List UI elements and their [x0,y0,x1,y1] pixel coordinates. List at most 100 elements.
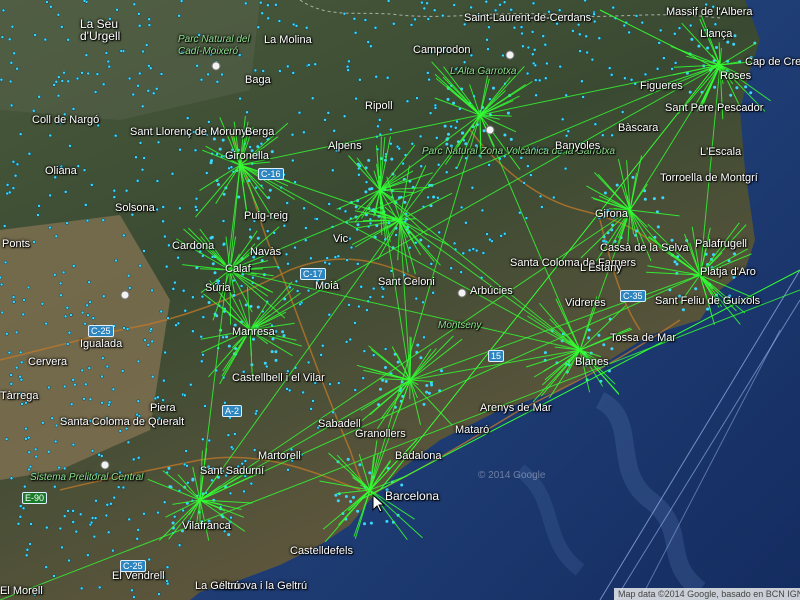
station-dot [18,515,23,519]
station-dot [119,49,124,53]
map-view[interactable]: La Seu d'Urgell Parc Natural del Cadí-Moixe… [0,0,800,600]
station-dot [33,33,37,37]
station-dot [540,205,544,209]
station-dot [425,1,429,5]
station-dot [66,79,70,84]
station-dot [400,483,404,487]
station-dot [333,255,338,259]
station-dot [14,365,19,370]
station-dot [122,233,126,238]
station-dot [126,273,131,278]
station-dot [71,107,76,111]
station-dot [229,165,234,169]
station-dot [566,129,571,133]
station-dot [471,247,476,251]
station-dot [9,382,14,386]
place-label: Badalona [395,450,442,462]
station-dot [229,445,234,449]
station-dot [670,67,674,71]
station-dot [252,337,255,341]
station-dot [137,23,142,28]
station-dot [425,390,429,394]
station-dot [359,285,363,289]
station-dot [281,330,285,334]
station-dot [282,334,286,338]
station-dot [49,5,53,9]
station-dot [449,124,453,129]
station-dot [225,335,229,339]
station-dot [427,391,431,395]
place-label: L'Alta Garrotxa [450,66,517,77]
station-dot [52,83,56,87]
station-dot [410,142,415,146]
station-dot [82,0,87,3]
station-dot [286,64,290,69]
station-dot [356,509,360,513]
station-dot [286,262,290,266]
station-dot [199,334,203,339]
station-dot [131,92,135,97]
station-dot [93,516,98,520]
station-dot [415,96,419,100]
station-dot [681,308,685,312]
station-dot [87,366,92,370]
station-dot [18,132,23,136]
station-dot [69,313,73,317]
place-label: Manresa [232,326,275,338]
station-dot [488,97,492,101]
map-attribution[interactable]: Map data ©2014 Google, basado en BCN IGN… [614,588,800,600]
station-dot [222,192,226,196]
station-dot [130,588,134,593]
station-dot [447,132,450,136]
station-dot [140,167,145,172]
station-dot [131,457,136,462]
station-dot [409,23,414,27]
place-label: Tàrrega [0,390,39,402]
station-dot [118,429,123,433]
station-dot [454,126,458,130]
station-dot [207,301,211,304]
station-dot [354,96,358,101]
station-dot [295,289,300,293]
place-label: Berga [245,126,275,138]
station-dot [18,374,22,379]
place-label-line: Parc Natural del [178,34,250,45]
station-dot [607,66,612,70]
station-dot [8,190,12,195]
station-dot [380,295,385,299]
network-link [699,274,746,314]
station-dot [587,328,591,332]
google-watermark: © 2014 Google [478,470,546,481]
poi-marker [120,290,130,300]
station-dot [132,595,136,599]
station-dot [45,0,49,4]
station-dot [422,335,426,340]
station-dot [564,133,569,138]
station-dot [306,360,311,365]
station-dot [164,264,169,269]
station-dot [309,407,313,411]
station-dot [441,13,445,18]
station-dot [336,254,341,258]
station-dot [44,321,48,326]
station-dot [376,124,380,129]
station-dot [452,241,457,246]
station-dot [503,232,507,236]
station-dot [455,119,459,124]
mouse-cursor-icon [372,494,386,513]
station-dot [244,303,248,307]
station-dot [140,104,145,109]
station-dot [95,72,100,76]
station-dot [22,298,26,302]
station-dot [544,76,548,80]
station-dot [694,287,698,291]
place-label: La Geltrú [195,580,241,592]
station-dot [323,118,327,122]
station-dot [326,111,331,115]
station-dot [34,454,38,459]
station-dot [309,256,313,261]
station-dot [88,397,93,402]
station-dot [73,382,77,387]
network-link [0,289,800,600]
station-dot [347,59,351,64]
